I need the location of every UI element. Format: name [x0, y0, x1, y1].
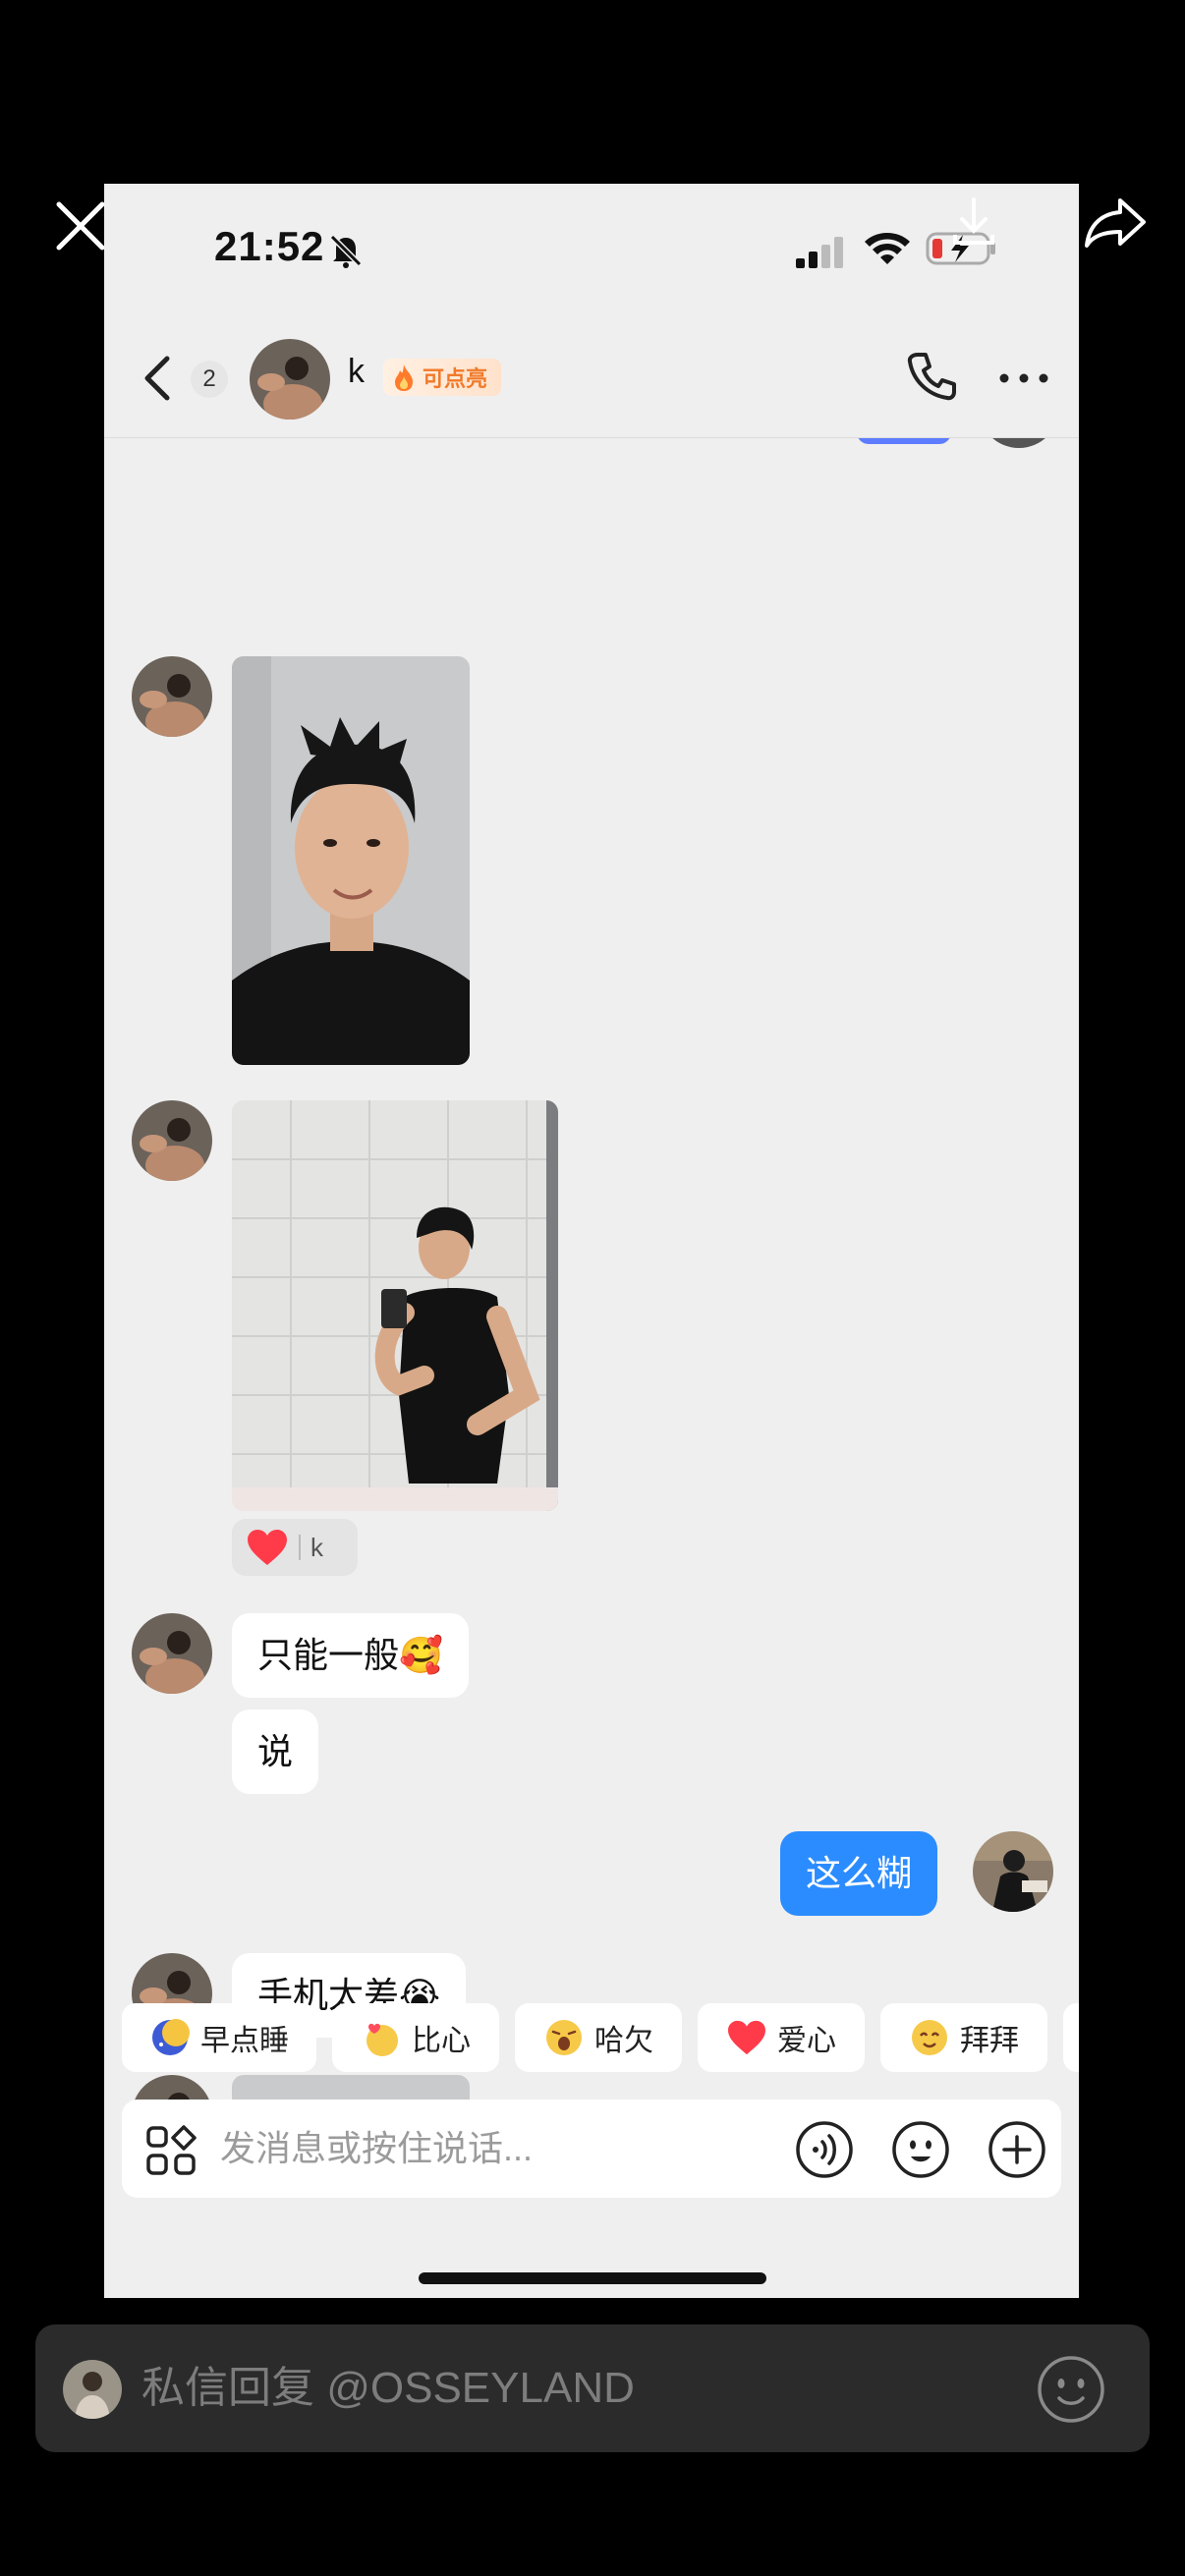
- dm-reply-bar: [35, 2324, 1150, 2452]
- quick-reply-label: 早点睡: [200, 2025, 289, 2057]
- message-composer: [122, 2100, 1061, 2198]
- quick-reply-bar: 早点睡 比心 哈欠 爱心 拜拜: [104, 2003, 1079, 2078]
- sender-avatar[interactable]: [132, 1100, 212, 1181]
- photo-message-selfie[interactable]: [232, 656, 470, 1065]
- quick-reply-label: 拜拜: [960, 2025, 1019, 2057]
- close-viewer-icon[interactable]: [51, 196, 110, 255]
- quick-reply-chip[interactable]: 拜拜: [880, 2003, 1047, 2072]
- finger-heart-emoji-icon: [367, 2023, 398, 2056]
- user-avatar: [63, 2360, 122, 2419]
- flame-icon: [395, 364, 413, 391]
- self-avatar[interactable]: [973, 1831, 1053, 1912]
- heart-emoji-icon: [728, 2020, 765, 2055]
- streak-badge[interactable]: 可点亮: [383, 359, 502, 396]
- sender-avatar[interactable]: [132, 1613, 212, 1694]
- quick-reply-chip[interactable]: 哈欠: [515, 2003, 682, 2072]
- more-options-icon[interactable]: [994, 368, 1053, 388]
- quick-reply-chip[interactable]: 比心: [332, 2003, 499, 2072]
- sender-avatar[interactable]: [132, 656, 212, 737]
- unread-count-badge: 2: [191, 361, 228, 398]
- dm-reply-input[interactable]: [141, 2358, 1006, 2419]
- emoji-icon[interactable]: [1036, 2354, 1106, 2425]
- incoming-message-bubble[interactable]: 只能一般🥰: [232, 1613, 469, 1698]
- download-icon[interactable]: [949, 196, 998, 249]
- status-time: 21:52: [214, 223, 325, 269]
- photo-message-mirror-selfie[interactable]: [232, 1100, 558, 1511]
- yawn-emoji-icon: [546, 2020, 582, 2055]
- home-indicator: [419, 2272, 766, 2284]
- reaction-chip[interactable]: k: [232, 1519, 358, 1576]
- message-input[interactable]: [220, 2123, 770, 2174]
- back-icon[interactable]: [140, 351, 175, 406]
- contact-name[interactable]: k: [348, 353, 365, 391]
- moon-emoji-icon: [152, 2019, 190, 2055]
- apps-grid-icon[interactable]: [145, 2125, 197, 2176]
- share-icon[interactable]: [1081, 193, 1150, 252]
- emoji-picker-icon[interactable]: [890, 2119, 951, 2180]
- phone-call-icon[interactable]: [904, 349, 959, 404]
- phone-screenshot: 21:52 2 k 可点亮 k 只能一般🥰 说 这么糊 手机太差😭 早点睡 比心…: [104, 184, 1079, 2298]
- quick-reply-label: 爱心: [777, 2025, 836, 2057]
- quick-reply-label: 比心: [412, 2025, 471, 2057]
- partial-outgoing-bubble: [857, 438, 951, 444]
- reaction-divider: [299, 1535, 301, 1560]
- outgoing-message-bubble[interactable]: 这么糊: [780, 1831, 938, 1916]
- quick-reply-chip[interactable]: 爱心: [698, 2003, 865, 2072]
- message-list[interactable]: k 只能一般🥰 说 这么糊 手机太差😭: [104, 438, 1079, 2173]
- quick-reply-chip[interactable]: 早点睡: [122, 2003, 316, 2072]
- chat-header: 2 k 可点亮: [104, 321, 1079, 438]
- wave-emoji-icon: [912, 2020, 947, 2055]
- heart-reaction-icon: [248, 1530, 287, 1565]
- voice-message-icon[interactable]: [794, 2119, 855, 2180]
- mute-bell-icon: [326, 231, 366, 270]
- status-bar: 21:52: [104, 184, 1079, 321]
- incoming-message-bubble[interactable]: 说: [232, 1709, 319, 1794]
- add-attachment-icon[interactable]: [987, 2119, 1047, 2180]
- quick-reply-label: 哈欠: [594, 2025, 653, 2057]
- cellular-signal-icon: [794, 235, 849, 270]
- wifi-icon: [863, 229, 912, 268]
- partial-self-avatar: [979, 438, 1059, 448]
- streak-label: 可点亮: [423, 366, 488, 391]
- reaction-user-name: k: [310, 1532, 323, 1562]
- contact-avatar[interactable]: [250, 339, 330, 420]
- quick-reply-chip-partial[interactable]: [1063, 2003, 1079, 2072]
